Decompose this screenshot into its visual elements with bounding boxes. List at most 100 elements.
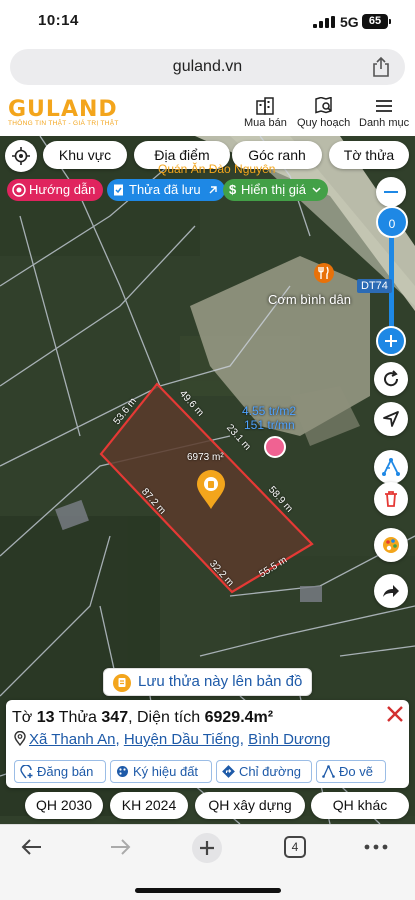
address-province-link[interactable]: Bình Dương <box>248 731 330 748</box>
delete-button[interactable] <box>374 482 408 516</box>
close-icon[interactable] <box>385 704 405 724</box>
new-tab-plus-icon[interactable] <box>191 832 223 864</box>
road-label: DT74 <box>357 279 392 293</box>
parcel-area-label: 6973 m² <box>187 452 224 463</box>
nav-danh-muc[interactable]: Danh mục <box>359 97 409 129</box>
address-line: Xã Thanh An, Huyện Dầu Tiếng, Bình Dương <box>14 730 330 748</box>
navigate-button[interactable] <box>374 402 408 436</box>
logo-tagline: THÔNG TIN THẬT - GIÁ TRỊ THẬT <box>8 120 119 127</box>
price-label: Hiển thị giá <box>241 182 307 197</box>
share-icon[interactable] <box>371 56 391 78</box>
saved-parcels-button[interactable]: Thửa đã lưu <box>107 179 225 201</box>
guide-label: Hướng dẫn <box>29 182 96 197</box>
filter-to-thua[interactable]: Tờ thửa <box>329 141 409 169</box>
plan-kh-2024[interactable]: KH 2024 <box>110 792 188 819</box>
forward-arrow-icon[interactable] <box>108 835 132 859</box>
address-commune-link[interactable]: Xã Thanh An <box>29 731 115 748</box>
location-pin-icon[interactable] <box>196 470 226 515</box>
zoom-out-button[interactable] <box>376 177 406 207</box>
parcel-info-panel: Tờ 13 Thửa 347, Diện tích 6929.4m² Xã Th… <box>6 700 409 788</box>
zoom-slider-knob[interactable]: 0 <box>376 206 408 238</box>
nav-label: Quy hoạch <box>297 117 351 129</box>
nav-quy-hoach[interactable]: Quy hoạch <box>297 97 350 129</box>
save-parcel-button[interactable]: Lưu thửa này lên bản đồ <box>103 668 312 696</box>
play-circle-icon <box>12 183 26 197</box>
sheet-label: Tờ <box>12 709 33 726</box>
battery-icon: 65 <box>362 14 391 29</box>
area-value: 6929.4m² <box>204 709 274 726</box>
post-sale-button[interactable]: Đăng bán <box>14 760 106 783</box>
measure-tool-button[interactable] <box>374 450 408 484</box>
external-link-icon <box>209 186 217 194</box>
refresh-button[interactable] <box>374 362 408 396</box>
plan-qh-khac[interactable]: QH khác <box>311 792 409 819</box>
status-bar: 10:14 5G 65 <box>0 0 415 44</box>
directions-button[interactable]: Chỉ đường <box>216 760 312 783</box>
minus-icon <box>384 191 398 193</box>
directions-label: Chỉ đường <box>239 764 302 779</box>
poi-label-com-binh-dan: Cơm bình dân <box>268 292 351 307</box>
layer-style-button[interactable] <box>374 528 408 562</box>
plan-qh-xay-dung[interactable]: QH xây dựng <box>195 792 305 819</box>
locate-button[interactable] <box>5 140 37 172</box>
draw-icon <box>322 765 335 778</box>
parcel-number: 347 <box>101 709 129 726</box>
back-arrow-icon[interactable] <box>20 835 44 859</box>
crosshair-icon <box>12 147 30 165</box>
show-price-button[interactable]: $ Hiển thị giá <box>223 179 329 201</box>
share-arrow-icon <box>383 585 399 597</box>
saved-label: Thửa đã lưu <box>129 182 201 197</box>
parcel-title: Tờ 13 Thửa 347, Diện tích 6929.4m² <box>12 709 273 727</box>
land-symbol-button[interactable]: Ký hiệu đất <box>110 760 212 783</box>
plus-icon <box>385 335 397 347</box>
dollar-icon: $ <box>229 182 237 197</box>
buildings-icon <box>256 97 275 115</box>
palette-small-icon <box>117 766 128 777</box>
price-marker[interactable] <box>264 436 286 458</box>
sheet-number: 13 <box>36 709 55 726</box>
chevron-down-icon <box>312 187 321 193</box>
app-header: GULAND THÔNG TIN THẬT - GIÁ TRỊ THẬT Mua… <box>0 92 415 136</box>
zoom-in-button[interactable] <box>376 326 406 356</box>
parcel-label: Thửa <box>58 709 97 726</box>
logo-text: GULAND <box>8 97 118 122</box>
address-bar[interactable]: guland.vn <box>10 49 405 85</box>
land-symbol-label: Ký hiệu đất <box>133 764 199 779</box>
directions-icon <box>222 765 235 778</box>
measure-draw-button[interactable]: Đo vẽ <box>316 760 386 783</box>
guide-button[interactable]: Hướng dẫn <box>7 179 104 201</box>
guland-logo[interactable]: GULAND THÔNG TIN THẬT - GIÁ TRỊ THẬT <box>8 97 119 127</box>
browser-toolbar: 4 <box>0 824 415 900</box>
restaurant-icon[interactable] <box>314 263 334 283</box>
bookmark-icon <box>114 184 123 196</box>
palette-icon <box>383 537 399 553</box>
area-label: , Diện tích <box>128 709 201 726</box>
price-per-m2-label: 4.55 tr/m2 <box>242 404 297 418</box>
trash-icon <box>385 491 397 507</box>
save-parcel-label: Lưu thửa này lên bản đồ <box>138 673 303 690</box>
more-options-icon[interactable] <box>364 844 388 850</box>
nav-mua-ban[interactable]: Mua bán <box>244 97 287 129</box>
address-district-link[interactable]: Huyện Dầu Tiếng <box>124 731 240 748</box>
post-sale-label: Đăng bán <box>37 764 94 779</box>
filter-khu-vuc[interactable]: Khu vực <box>43 141 127 169</box>
bookmark-badge-icon <box>113 674 131 692</box>
draw-vertices-icon <box>382 458 400 476</box>
network-type: 5G <box>340 14 359 30</box>
price-per-mn-label: 151 tr/mn <box>244 418 295 432</box>
pin-plus-icon <box>20 765 33 779</box>
status-time: 10:14 <box>38 12 79 29</box>
menu-icon <box>376 100 393 112</box>
signal-icon <box>313 16 335 28</box>
share-map-button[interactable] <box>374 574 408 608</box>
plan-qh-2030[interactable]: QH 2030 <box>25 792 103 819</box>
poi-label-quan-an: Quán Ăn Đào Nguyên <box>158 162 276 176</box>
nav-label: Mua bán <box>244 117 287 129</box>
url-text[interactable]: guland.vn <box>10 58 405 76</box>
home-indicator <box>135 888 281 893</box>
navigation-arrow-icon <box>383 411 399 427</box>
tabs-count-button[interactable]: 4 <box>284 836 306 858</box>
location-outline-icon <box>14 730 26 747</box>
nav-label: Danh mục <box>359 117 410 129</box>
refresh-icon <box>384 370 399 387</box>
